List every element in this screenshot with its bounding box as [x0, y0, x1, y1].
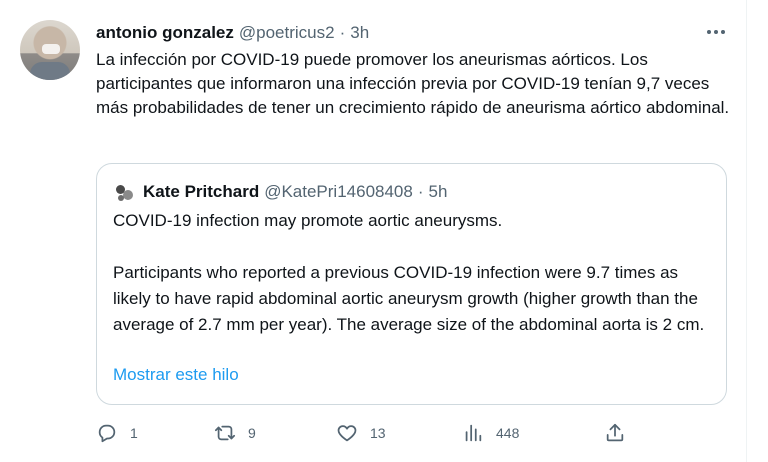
share-icon — [606, 423, 624, 442]
timestamp[interactable]: 3h — [350, 23, 369, 43]
quoted-display-name: Kate Pritchard — [143, 182, 260, 201]
retweet-icon — [214, 425, 236, 441]
views-button[interactable]: 448 — [462, 420, 519, 446]
tweet-header: antonio gonzalez @poetricus2 · 3h — [96, 22, 369, 44]
show-thread-link[interactable]: Mostrar este hilo — [113, 365, 239, 385]
quoted-avatar — [113, 181, 135, 203]
quoted-tweet-text: COVID-19 infection may promote aortic an… — [113, 208, 713, 338]
user-handle[interactable]: @poetricus2 — [239, 23, 335, 43]
views-icon — [465, 424, 482, 442]
reply-count: 1 — [130, 425, 138, 441]
retweet-count: 9 — [248, 425, 256, 441]
quoted-timestamp: 5h — [428, 182, 448, 201]
heart-icon — [337, 425, 357, 442]
like-count: 13 — [370, 425, 386, 441]
avatar[interactable] — [20, 20, 80, 80]
reply-icon — [98, 424, 116, 443]
views-count: 448 — [496, 425, 520, 441]
share-button[interactable] — [604, 420, 626, 446]
quoted-tweet[interactable]: Kate Pritchard @KatePri14608408 · 5h COV… — [96, 163, 727, 405]
more-horizontal-icon[interactable] — [704, 24, 728, 40]
separator-dot: · — [339, 23, 346, 42]
quoted-separator-dot: · — [417, 182, 424, 201]
quoted-paragraph: COVID-19 infection may promote aortic an… — [113, 211, 503, 230]
timeline-divider — [746, 0, 747, 462]
tweet-actions: 1 9 13 448 — [96, 420, 636, 446]
quoted-paragraph: Participants who reported a previous COV… — [113, 263, 705, 334]
tweet-text: La infección por COVID-19 puede promover… — [96, 50, 730, 117]
reply-button[interactable]: 1 — [96, 420, 138, 446]
like-button[interactable]: 13 — [336, 420, 386, 446]
quoted-tweet-header: Kate Pritchard @KatePri14608408 · 5h — [113, 181, 447, 203]
display-name[interactable]: antonio gonzalez — [96, 23, 234, 43]
retweet-button[interactable]: 9 — [214, 420, 256, 446]
quoted-user-handle: @KatePri14608408 — [264, 182, 413, 201]
tweet[interactable]: antonio gonzalez @poetricus2 · 3h La inf… — [0, 0, 746, 462]
